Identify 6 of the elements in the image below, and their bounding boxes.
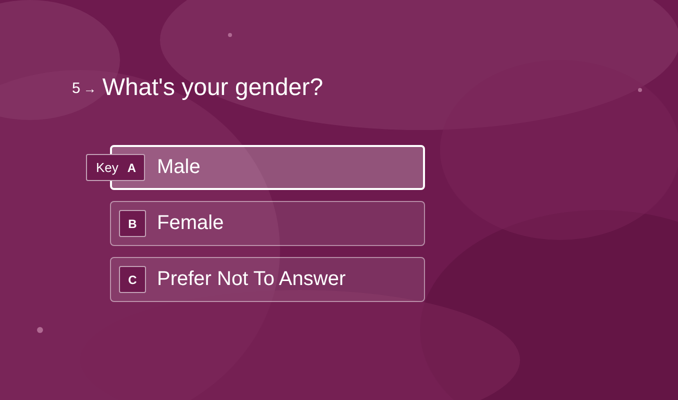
key-badge: C <box>119 266 146 293</box>
arrow-icon: → <box>83 80 96 96</box>
question-number: 5 <box>72 80 80 96</box>
key-badge: B <box>119 210 146 237</box>
question-text: What's your gender? <box>102 74 324 102</box>
key-badge: Key A <box>86 154 146 181</box>
